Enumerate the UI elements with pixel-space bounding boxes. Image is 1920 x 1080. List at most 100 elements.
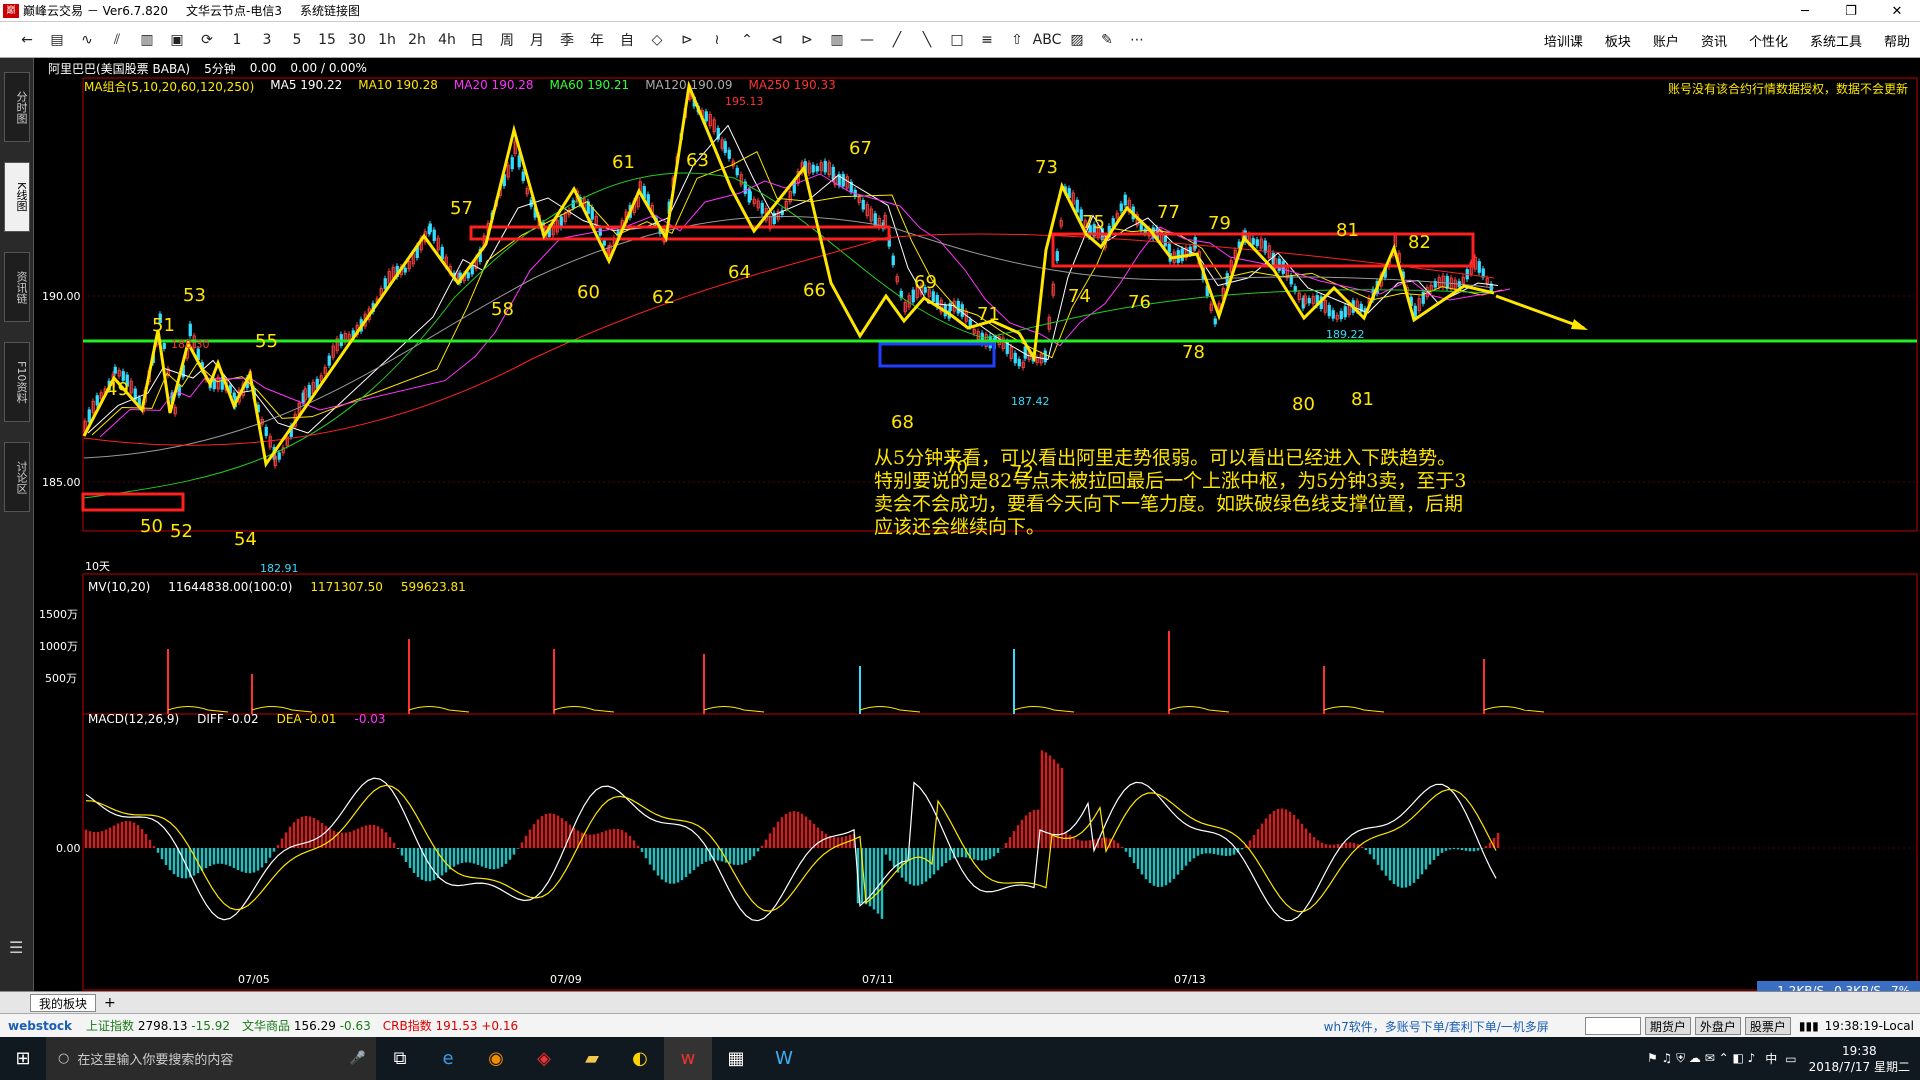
toolbar-button-30[interactable]: ╲ <box>912 25 942 55</box>
macd-title[interactable]: MACD(12,26,9) <box>88 712 179 726</box>
toolbar-button-5[interactable]: ▣ <box>162 25 192 55</box>
toolbar-button-14[interactable]: 4h <box>432 25 462 55</box>
tab-news-chain[interactable]: 资讯链 <box>4 252 30 322</box>
code-input[interactable] <box>1584 1017 1641 1035</box>
toolbar-button-16[interactable]: 周 <box>492 25 522 55</box>
toolbar-button-0[interactable]: ← <box>12 25 42 55</box>
toolbar-button-23[interactable]: ≀ <box>702 25 732 55</box>
toolbar-button-21[interactable]: ◇ <box>642 25 672 55</box>
clock[interactable]: 19:38 2018/7/17 星期二 <box>1809 1043 1910 1075</box>
wave-label-0: 49 <box>106 379 129 400</box>
promo-link[interactable]: wh7软件，多账号下单/套利下单/一机多屏 <box>1324 1018 1549 1035</box>
toolbar-button-3[interactable]: ⫽ <box>102 25 132 55</box>
analysis-annotation: 从5分钟来看，可以看出阿里走势很弱。可以看出已经进入下跌趋势。特别要说的是82号… <box>874 447 1467 538</box>
app-icon[interactable]: ◐ <box>616 1037 664 1080</box>
status-index-3[interactable]: CRB指数 191.53 +0.16 <box>383 1017 518 1034</box>
toolbar-button-1[interactable]: ▤ <box>42 25 72 55</box>
toolbar-button-8[interactable]: 3 <box>252 25 282 55</box>
candle-body-112 <box>510 157 514 170</box>
candle-body-169 <box>723 141 727 153</box>
symbol-name[interactable]: 阿里巴巴(美国股票 BABA) <box>48 60 190 77</box>
taskbar-search[interactable]: ○ 在这里输入你要搜索的内容 🎤 <box>46 1037 376 1080</box>
price-mark-high: 195.13 <box>725 95 764 108</box>
list-icon[interactable]: ☰ <box>9 938 23 957</box>
candle-body-136 <box>602 240 606 246</box>
macd-lines <box>85 777 1497 922</box>
toolbar-button-15[interactable]: 日 <box>462 25 492 55</box>
ma-legend-item-0[interactable]: MA组合(5,10,20,60,120,250) <box>84 78 254 94</box>
toolbar-button-9[interactable]: 5 <box>282 25 312 55</box>
edge-icon[interactable]: e <box>424 1037 472 1080</box>
status-index-2[interactable]: 文华商品 156.29 -0.63 <box>242 1017 371 1034</box>
toolbar-button-10[interactable]: 15 <box>312 25 342 55</box>
toolbar-button-7[interactable]: 1 <box>222 25 252 55</box>
trading-app-icon[interactable]: ◈ <box>520 1037 568 1080</box>
server-node[interactable]: 文华云节点-电信3 <box>186 2 282 19</box>
menu-item-3[interactable]: 资讯 <box>1701 31 1727 50</box>
mv-title[interactable]: MV(10,20) <box>88 580 150 594</box>
toolbar-button-32[interactable]: ≡ <box>972 25 1002 55</box>
toolbar-button-33[interactable]: ⇧ <box>1002 25 1032 55</box>
menu-item-6[interactable]: 帮助 <box>1884 31 1910 50</box>
toolbar-button-24[interactable]: ⌃ <box>732 25 762 55</box>
candle-body-223 <box>931 291 935 302</box>
w-app-icon[interactable]: W <box>760 1037 808 1080</box>
minimize-button[interactable]: ─ <box>1782 0 1828 22</box>
toolbar-button-11[interactable]: 30 <box>342 25 372 55</box>
foreign-account-button[interactable]: 外盘户 <box>1694 1017 1741 1035</box>
tab-timeshare[interactable]: 分时图 <box>4 72 30 142</box>
menu-item-2[interactable]: 账户 <box>1653 31 1679 50</box>
mv-axis-1000: 1000万 <box>39 640 78 653</box>
stock-account-button[interactable]: 股票户 <box>1744 1017 1791 1035</box>
toolbar-button-18[interactable]: 季 <box>552 25 582 55</box>
add-tab-button[interactable]: + <box>104 995 116 1011</box>
candle-body-298 <box>1213 318 1217 325</box>
menu-item-0[interactable]: 培训课 <box>1544 31 1583 50</box>
tab-my-sectors[interactable]: 我的板块 <box>30 993 97 1012</box>
toolbar-button-28[interactable]: — <box>852 25 882 55</box>
tab-discussion[interactable]: 讨论区 <box>4 442 30 512</box>
browser-icon[interactable]: ◉ <box>472 1037 520 1080</box>
start-button-icon[interactable]: ⊞ <box>0 1037 46 1080</box>
toolbar-button-2[interactable]: ∿ <box>72 25 102 55</box>
candle-body-367 <box>1481 268 1485 278</box>
futures-account-button[interactable]: 期货户 <box>1644 1017 1691 1035</box>
ime-indicator[interactable]: 中 <box>1765 1050 1777 1067</box>
date-0709: 07/09 <box>550 973 582 986</box>
tab-f10[interactable]: F10资料 <box>4 342 30 422</box>
wh6-app-icon[interactable]: w <box>664 1037 712 1080</box>
toolbar-button-34[interactable]: ABC <box>1032 25 1062 55</box>
toolbar-button-13[interactable]: 2h <box>402 25 432 55</box>
close-button[interactable]: ✕ <box>1874 0 1920 22</box>
status-index-1[interactable]: 上证指数 2798.13 -15.92 <box>86 1017 230 1034</box>
toolbar-button-26[interactable]: ⊳ <box>792 25 822 55</box>
task-view-icon[interactable]: ⧉ <box>376 1037 424 1080</box>
microphone-icon[interactable]: 🎤 <box>350 1051 366 1066</box>
toolbar-button-31[interactable]: □ <box>942 25 972 55</box>
toolbar-button-29[interactable]: ╱ <box>882 25 912 55</box>
calculator-icon[interactable]: ▦ <box>712 1037 760 1080</box>
toolbar-button-20[interactable]: 自 <box>612 25 642 55</box>
menu-item-5[interactable]: 系统工具 <box>1810 31 1862 50</box>
mv-volume: 11644838.00(100:0) <box>168 580 293 594</box>
menu-item-1[interactable]: 板块 <box>1605 31 1631 50</box>
menu-item-4[interactable]: 个性化 <box>1749 31 1788 50</box>
file-explorer-icon[interactable]: ▰ <box>568 1037 616 1080</box>
period-selector[interactable]: 5分钟 <box>204 60 236 77</box>
toolbar-button-36[interactable]: ✎ <box>1092 25 1122 55</box>
toolbar-button-37[interactable]: ⋯ <box>1122 25 1152 55</box>
tray-icons[interactable]: ⚑ ♫ ⛨ ☁ ✉ ⌃ ◧ ♪ <box>1647 1051 1755 1066</box>
toolbar-button-19[interactable]: 年 <box>582 25 612 55</box>
toolbar-button-6[interactable]: ⟳ <box>192 25 222 55</box>
notification-icon[interactable]: ▭ <box>1785 1052 1796 1066</box>
toolbar-button-27[interactable]: ▥ <box>822 25 852 55</box>
toolbar-button-12[interactable]: 1h <box>372 25 402 55</box>
toolbar-button-4[interactable]: ▥ <box>132 25 162 55</box>
tab-kline[interactable]: K线图 <box>4 162 30 232</box>
toolbar-button-17[interactable]: 月 <box>522 25 552 55</box>
system-link-menu[interactable]: 系统链接图 <box>300 2 360 19</box>
maximize-button[interactable]: ❐ <box>1828 0 1874 22</box>
toolbar-button-25[interactable]: ⊲ <box>762 25 792 55</box>
toolbar-button-22[interactable]: ⊳ <box>672 25 702 55</box>
toolbar-button-35[interactable]: ▨ <box>1062 25 1092 55</box>
